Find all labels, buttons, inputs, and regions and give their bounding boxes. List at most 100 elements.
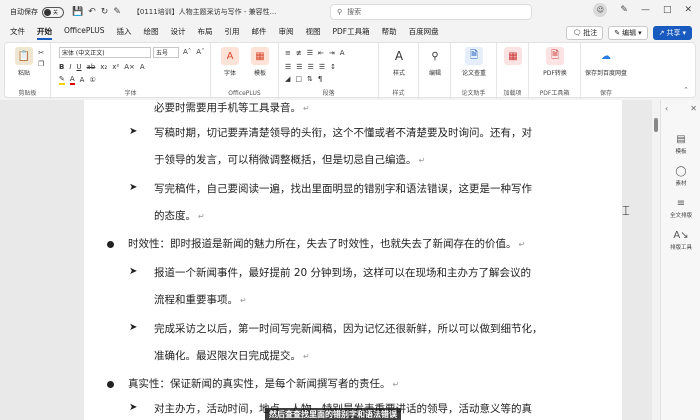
paper-check-button[interactable]: 🗎 论文查重 [459, 47, 489, 77]
font-size-select[interactable]: 五号 [153, 47, 179, 58]
editing-button[interactable]: ⚲ 编辑 [420, 47, 450, 78]
side-item-layout-tools[interactable]: A↘ 排版工具 [661, 230, 700, 251]
bold-icon[interactable]: B [59, 63, 64, 71]
align-left-icon[interactable]: ☰ [285, 63, 291, 71]
menu-tab[interactable]: 绘图 [143, 26, 158, 40]
undo-icon[interactable]: ↶ [88, 7, 96, 17]
subscript-icon[interactable]: x₂ [100, 63, 107, 71]
toggle-knob [44, 8, 51, 16]
side-item-material[interactable]: ◯ 素材 [661, 166, 700, 187]
avatar[interactable]: ☺ [593, 3, 608, 17]
menu-tab[interactable]: 百度网盘 [409, 26, 439, 40]
menu-tab[interactable]: 邮件 [251, 26, 266, 40]
document-page[interactable]: 必要时需要用手机等工具录音。 ↵ ➤ 写稿时期，切记要弄清楚领导的头衔，这个不懂或… [84, 100, 622, 420]
menu-tab[interactable]: 帮助 [382, 26, 397, 40]
addins-button[interactable]: ▦ [498, 47, 528, 68]
paper-assistant-group-label: 论文助手 [461, 90, 486, 97]
cut-icon[interactable]: ✂ [38, 49, 44, 57]
redo-icon[interactable]: ↻ [101, 7, 109, 17]
increase-indent-icon[interactable]: ⇥ [329, 49, 335, 57]
scrollbar-thumb[interactable] [654, 118, 658, 132]
side-item-template[interactable]: ▤ 模板 [661, 134, 700, 155]
side-item-full-layout[interactable]: ≡ 全文排版 [661, 198, 700, 219]
menu-tab[interactable]: 引用 [224, 26, 239, 40]
pen-icon[interactable]: ✎ [620, 5, 628, 15]
search-icon: ⚲ [337, 8, 343, 16]
collapse-ribbon-icon[interactable]: ⌃ [683, 86, 689, 94]
doc-line: 报道一个新闻事件，最好提前 20 分钟到场，这样可以在现场和主办方了解会议的 [154, 267, 532, 279]
pdf-convert-button[interactable]: 🗎 PDF转换 [540, 47, 570, 77]
menu-tab[interactable]: 布局 [197, 26, 212, 40]
save-group-label: 保存 [599, 90, 612, 97]
comment-label: 批注 [583, 29, 598, 37]
copy-icon[interactable]: ❐ [38, 60, 44, 68]
borders-icon[interactable]: □ [295, 75, 302, 83]
officeplus-font-button[interactable]: A 字体 [215, 47, 245, 77]
line-spacing-icon[interactable]: ↕ [330, 63, 336, 71]
numbering-icon[interactable]: ≢ [296, 49, 302, 57]
arrow-bullet-icon: ➤ [129, 126, 138, 137]
chinese-layout-icon[interactable]: A [340, 49, 345, 57]
save-baidu-button[interactable]: ☁ 保存到百度网盘 [585, 47, 627, 78]
vertical-scrollbar[interactable] [652, 100, 660, 420]
cloud-icon: ☁ [601, 50, 611, 62]
text-effects-icon[interactable]: A [140, 63, 145, 71]
editing-label: 编辑 [428, 70, 441, 77]
edit-mode-button[interactable]: ✎ 编辑 ▾ [608, 26, 648, 40]
menu-tab[interactable]: 文件 [10, 26, 25, 40]
menu-tab[interactable]: 插入 [116, 26, 131, 40]
comment-button[interactable]: 🗨 批注 [566, 26, 604, 40]
italic-icon[interactable]: I [69, 63, 71, 71]
char-shading-icon[interactable]: A [80, 76, 85, 84]
menu-tab[interactable]: 开始 [37, 26, 52, 40]
save-icon[interactable]: 💾 [72, 7, 83, 17]
align-center-icon[interactable]: ☰ [296, 63, 302, 71]
shrink-font-icon[interactable]: Aˇ [196, 48, 204, 56]
styles-button[interactable]: A 样式 [384, 47, 414, 77]
show-marks-icon[interactable]: ¶ [318, 75, 322, 83]
decrease-indent-icon[interactable]: ⇤ [318, 49, 324, 57]
shading-icon[interactable]: ◢ [285, 75, 290, 83]
multilevel-list-icon[interactable]: ☰ [307, 49, 313, 57]
underline-icon[interactable]: U [76, 63, 81, 71]
menu-tab[interactable]: PDF工具箱 [332, 26, 369, 40]
video-subtitle: 然后查查找里面的错别字和语法错误 [265, 408, 401, 420]
chevron-down-icon: ▾ [682, 29, 686, 37]
minimize-icon[interactable]: — [641, 5, 650, 15]
enclose-char-icon[interactable]: ① [89, 76, 95, 84]
close-icon[interactable]: ✕ [690, 104, 697, 113]
autosave-toggle[interactable]: 关 [42, 6, 64, 18]
menu-tab[interactable]: 视图 [305, 26, 320, 40]
font-color-icon[interactable]: A [69, 75, 75, 85]
arrow-bullet-icon: ➤ [129, 322, 138, 333]
edit-mode-label: 编辑 [622, 29, 637, 37]
align-right-icon[interactable]: ☰ [308, 63, 314, 71]
clipboard-group: 📋 粘贴 ✂ ❐ 剪贴板 [5, 43, 51, 99]
grow-font-icon[interactable]: Aˆ [183, 48, 191, 56]
close-icon[interactable]: ✕ [684, 5, 692, 15]
superscript-icon[interactable]: x² [112, 63, 119, 71]
sort-icon[interactable]: ⇅ [307, 75, 313, 83]
edit-doc-icon[interactable]: ✎ [113, 7, 121, 17]
maximize-icon[interactable]: □ [663, 5, 672, 15]
search-input[interactable]: ⚲ 搜索 [330, 4, 532, 20]
justify-icon[interactable]: ☰ [319, 63, 325, 71]
layout-tool-icon: A↘ [673, 230, 689, 241]
share-button[interactable]: ↗ 共享 ▾ [652, 26, 692, 40]
strikethrough-icon[interactable]: ab [87, 63, 96, 71]
menu-tab[interactable]: 设计 [170, 26, 185, 40]
font-name-select[interactable]: 宋体 (中文正文) [59, 47, 151, 58]
comment-icon: 🗨 [572, 29, 582, 37]
bullets-icon[interactable]: ≡ [285, 49, 291, 57]
menu-tab[interactable]: 审阅 [278, 26, 293, 40]
arrow-bullet-icon: ➤ [129, 402, 138, 413]
round-bullet-icon [107, 381, 114, 388]
officeplus-template-button[interactable]: ▦ 模板 [245, 47, 275, 77]
addins-group-label: 加载项 [503, 90, 522, 97]
highlight-icon[interactable]: ✎ [59, 75, 65, 85]
chevron-left-icon[interactable]: ‹ [665, 104, 668, 113]
menu-tab[interactable]: OfficePLUS [64, 26, 104, 40]
paste-button[interactable]: 📋 粘贴 [9, 47, 39, 77]
list-row: ≡ ≢ ☰ ⇤ ⇥ A [285, 49, 345, 57]
clear-format-icon[interactable]: A⨯ [124, 63, 135, 71]
